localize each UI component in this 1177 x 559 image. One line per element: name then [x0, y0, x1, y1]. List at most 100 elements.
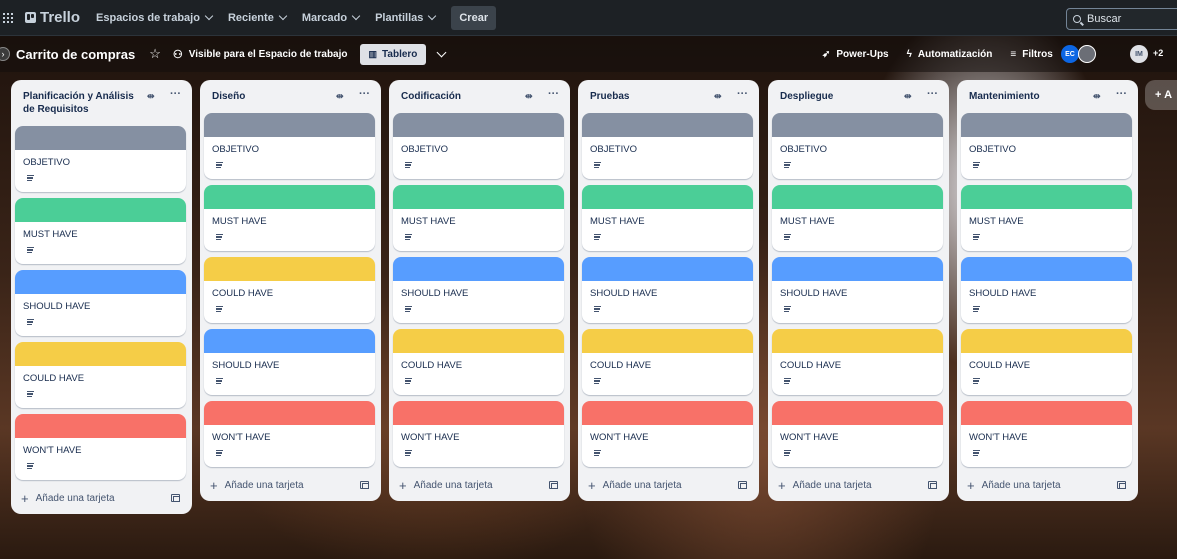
board-title[interactable]: Carrito de compras — [16, 47, 135, 62]
card[interactable]: MUST HAVE — [582, 185, 753, 251]
search-input[interactable]: Buscar — [1066, 8, 1177, 30]
automation-button[interactable]: ϟ Automatización — [907, 49, 993, 60]
card[interactable]: COULD HAVE — [772, 329, 943, 395]
card-title: COULD HAVE — [780, 360, 842, 371]
list-menu-icon[interactable]: ··· — [1116, 88, 1127, 100]
card[interactable]: SHOULD HAVE — [961, 257, 1132, 323]
card[interactable]: WON'T HAVE — [204, 401, 375, 467]
card[interactable]: COULD HAVE — [204, 257, 375, 323]
card[interactable]: COULD HAVE — [582, 329, 753, 395]
view-switch-chevron-icon[interactable] — [436, 47, 447, 57]
card-template-icon[interactable] — [738, 481, 747, 489]
card-template-icon[interactable] — [1117, 481, 1126, 489]
add-card-button[interactable]: + Añade una tarjeta — [210, 478, 304, 493]
list-title[interactable]: Pruebas — [590, 90, 710, 103]
visibility-button[interactable]: ⚇ Visible para el Espacio de trabajo — [173, 48, 348, 61]
star-icon[interactable]: ☆ — [149, 46, 161, 62]
add-card-button[interactable]: + Añade una tarjeta — [588, 478, 682, 493]
list-menu-icon[interactable]: ··· — [927, 88, 938, 100]
nav-starred[interactable]: Marcado — [302, 12, 361, 24]
add-card-button[interactable]: + Añade una tarjeta — [778, 478, 872, 493]
card[interactable]: COULD HAVE — [15, 342, 186, 408]
list-title[interactable]: Mantenimiento — [969, 90, 1089, 103]
collapse-list-icon[interactable]: ⇹ — [336, 91, 343, 102]
card[interactable]: WON'T HAVE — [582, 401, 753, 467]
card-title: WON'T HAVE — [23, 445, 82, 456]
list-title[interactable]: Planificación y Análisis de Requisitos — [23, 90, 143, 116]
list-menu-icon[interactable]: ··· — [548, 88, 559, 100]
powerups-button[interactable]: ➶ Power-Ups — [822, 49, 889, 60]
extra-members-count[interactable]: +2 — [1153, 48, 1163, 58]
add-card-button[interactable]: + Añade una tarjeta — [399, 478, 493, 493]
list-column: Despliegue ⇹ ··· OBJETIVO MUST HAVE SHOULD HA… — [768, 80, 949, 501]
list-menu-icon[interactable]: ··· — [359, 88, 370, 100]
card[interactable]: OBJETIVO — [393, 113, 564, 179]
card[interactable]: SHOULD HAVE — [15, 270, 186, 336]
card[interactable]: OBJETIVO — [772, 113, 943, 179]
card[interactable]: SHOULD HAVE — [204, 329, 375, 395]
card-title: COULD HAVE — [969, 360, 1031, 371]
card-cover — [582, 401, 753, 425]
card[interactable]: OBJETIVO — [582, 113, 753, 179]
collapse-list-icon[interactable]: ⇹ — [904, 91, 911, 102]
collapse-list-icon[interactable]: ⇹ — [1093, 91, 1100, 102]
avatar[interactable]: IM — [1130, 45, 1148, 63]
filters-button[interactable]: ≡ Filtros — [1010, 49, 1052, 60]
add-card-button[interactable]: + Añade una tarjeta — [21, 491, 115, 506]
description-icon — [784, 162, 791, 169]
card-cover — [961, 113, 1132, 137]
card[interactable]: MUST HAVE — [393, 185, 564, 251]
card-cover — [961, 401, 1132, 425]
nav-workspaces[interactable]: Espacios de trabajo — [96, 12, 214, 24]
description-icon — [216, 378, 223, 385]
card-template-icon[interactable] — [549, 481, 558, 489]
card[interactable]: WON'T HAVE — [393, 401, 564, 467]
card[interactable]: OBJETIVO — [961, 113, 1132, 179]
card[interactable]: SHOULD HAVE — [772, 257, 943, 323]
card[interactable]: WON'T HAVE — [772, 401, 943, 467]
card-template-icon[interactable] — [360, 481, 369, 489]
add-card-button[interactable]: + Añade una tarjeta — [967, 478, 1061, 493]
card[interactable]: SHOULD HAVE — [582, 257, 753, 323]
board-view-icon: ▥ — [368, 48, 378, 59]
trello-logo[interactable]: Trello — [25, 9, 80, 26]
card-title: MUST HAVE — [590, 216, 645, 227]
list-menu-icon[interactable]: ··· — [737, 88, 748, 100]
card[interactable]: WON'T HAVE — [961, 401, 1132, 467]
avatar-photo[interactable] — [1078, 45, 1096, 63]
card[interactable]: COULD HAVE — [961, 329, 1132, 395]
card[interactable]: COULD HAVE — [393, 329, 564, 395]
add-list-button[interactable]: + A — [1145, 80, 1177, 110]
card-template-icon[interactable] — [928, 481, 937, 489]
card-title: SHOULD HAVE — [969, 288, 1037, 299]
automation-label: Automatización — [917, 48, 993, 60]
list-title[interactable]: Diseño — [212, 90, 332, 103]
collapse-list-icon[interactable]: ⇹ — [525, 91, 532, 102]
card[interactable]: WON'T HAVE — [15, 414, 186, 480]
card-title: SHOULD HAVE — [590, 288, 658, 299]
board-view-button[interactable]: ▥ Tablero — [359, 43, 427, 65]
list-title[interactable]: Despliegue — [780, 90, 900, 103]
collapse-list-icon[interactable]: ⇹ — [714, 91, 721, 102]
avatar[interactable]: EC — [1061, 45, 1079, 63]
card[interactable]: OBJETIVO — [15, 126, 186, 192]
nav-recent[interactable]: Reciente — [228, 12, 288, 24]
card[interactable]: OBJETIVO — [204, 113, 375, 179]
card-cover — [582, 185, 753, 209]
card[interactable]: MUST HAVE — [961, 185, 1132, 251]
create-button[interactable]: Crear — [451, 5, 497, 30]
nav-templates[interactable]: Plantillas — [375, 12, 437, 24]
list-menu-icon[interactable]: ··· — [170, 88, 181, 100]
card[interactable]: SHOULD HAVE — [393, 257, 564, 323]
card-template-icon[interactable] — [171, 494, 180, 502]
sidebar-toggle-icon[interactable]: › — [0, 47, 10, 61]
collapse-list-icon[interactable]: ⇹ — [147, 91, 154, 102]
list-title[interactable]: Codificación — [401, 90, 521, 103]
card[interactable]: MUST HAVE — [772, 185, 943, 251]
card-cover — [15, 270, 186, 294]
card-title: MUST HAVE — [212, 216, 267, 227]
card[interactable]: MUST HAVE — [204, 185, 375, 251]
card[interactable]: MUST HAVE — [15, 198, 186, 264]
app-switcher-icon[interactable] — [3, 12, 13, 23]
people-icon: ⚇ — [172, 48, 183, 61]
